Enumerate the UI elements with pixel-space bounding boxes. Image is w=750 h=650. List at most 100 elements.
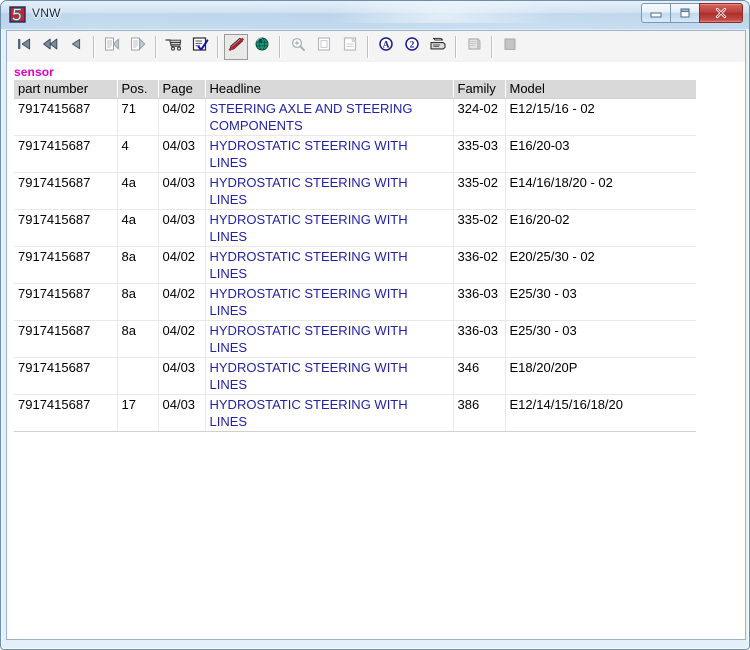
fit-width-button[interactable] (338, 34, 362, 60)
column-header-part-number[interactable]: part number (14, 80, 118, 99)
text-mode-button[interactable]: A (374, 34, 398, 60)
rewind-double-icon (41, 36, 59, 57)
column-header-model[interactable]: Model (505, 80, 696, 99)
search-results-table: part number Pos. Page Headline Family Mo… (14, 80, 696, 432)
printer-icon (428, 36, 448, 57)
headline-link[interactable]: HYDROSTATIC STEERING WITH LINES (210, 360, 408, 392)
close-icon (700, 4, 742, 22)
headline-link[interactable]: HYDROSTATIC STEERING WITH LINES (210, 397, 408, 429)
zoom-button[interactable] (286, 34, 310, 60)
table-row[interactable]: 7917415687 71 04/02 STEERING AXLE AND STEER… (14, 98, 696, 136)
maximize-button[interactable] (670, 3, 700, 23)
minimize-button[interactable] (641, 3, 671, 23)
cell-headline[interactable]: HYDROSTATIC STEERING WITH LINES (205, 283, 454, 321)
table-row[interactable]: 7917415687 4a 04/03 HYDROSTATIC STEERING WI… (14, 172, 696, 210)
table-row[interactable]: 7917415687 4 04/03 HYDROSTATIC STEERING WIT… (14, 135, 696, 173)
cell-pos: 17 (117, 394, 159, 432)
cell-page: 04/02 (158, 98, 206, 136)
cell-family: 336-03 (453, 320, 506, 358)
headline-link[interactable]: HYDROSTATIC STEERING WITH LINES (210, 249, 408, 281)
cell-family: 336-03 (453, 283, 506, 321)
cell-part-number: 7917415687 (14, 98, 118, 136)
stop-button[interactable] (498, 34, 522, 60)
page-fit-icon (315, 36, 333, 57)
cell-model: E16/20-03 (505, 135, 696, 173)
cell-headline[interactable]: HYDROSTATIC STEERING WITH LINES (205, 209, 454, 247)
headline-link[interactable]: STEERING AXLE AND STEERING COMPONENTS (210, 101, 413, 133)
circled-a-icon: A (377, 36, 395, 57)
page-forward-button[interactable] (126, 34, 150, 60)
first-record-button[interactable] (12, 34, 36, 60)
cell-headline[interactable]: HYDROSTATIC STEERING WITH LINES (205, 357, 454, 395)
application-window: VNW A 2 sensor part number Pos. Page Hea… (0, 0, 750, 650)
table-row[interactable]: 7917415687 4a 04/03 HYDROSTATIC STEERING WI… (14, 209, 696, 247)
cell-headline[interactable]: HYDROSTATIC STEERING WITH LINES (205, 172, 454, 210)
cell-part-number: 7917415687 (14, 135, 118, 173)
globe-button[interactable] (250, 34, 274, 60)
cell-model: E12/14/15/16/18/20 (505, 394, 696, 432)
maximize-icon (671, 4, 699, 22)
headline-link[interactable]: HYDROSTATIC STEERING WITH LINES (210, 175, 408, 207)
table-row[interactable]: 7917415687 8a 04/02 HYDROSTATIC STEERING WI… (14, 320, 696, 358)
notes-button[interactable] (462, 34, 486, 60)
window-title: VNW (32, 6, 61, 20)
headline-link[interactable]: HYDROSTATIC STEERING WITH LINES (210, 212, 408, 244)
cell-model: E25/30 - 03 (505, 320, 696, 358)
previous-record-button[interactable] (64, 34, 88, 60)
column-header-headline[interactable]: Headline (205, 80, 454, 99)
cell-family: 336-02 (453, 246, 506, 284)
svg-text:A: A (383, 41, 390, 51)
column-header-family[interactable]: Family (453, 80, 506, 99)
cell-family: 335-02 (453, 172, 506, 210)
cell-headline[interactable]: HYDROSTATIC STEERING WITH LINES (205, 320, 454, 358)
cell-model: E20/25/30 - 02 (505, 246, 696, 284)
fast-rewind-button[interactable] (38, 34, 62, 60)
cell-headline[interactable]: HYDROSTATIC STEERING WITH LINES (205, 246, 454, 284)
close-button[interactable] (699, 3, 743, 23)
table-row[interactable]: 7917415687 8a 04/02 HYDROSTATIC STEERING WI… (14, 246, 696, 284)
cell-family: 324-02 (453, 98, 506, 136)
cell-part-number: 7917415687 (14, 172, 118, 210)
toolbar-separator-6 (455, 35, 457, 58)
cell-page: 04/03 (158, 172, 206, 210)
column-header-page[interactable]: Page (158, 80, 206, 99)
two-page-button[interactable]: 2 (400, 34, 424, 60)
column-header-pos[interactable]: Pos. (117, 80, 159, 99)
cell-part-number: 7917415687 (14, 357, 118, 395)
print-button[interactable] (426, 34, 450, 60)
headline-link[interactable]: HYDROSTATIC STEERING WITH LINES (210, 286, 408, 318)
toolbar-separator-5 (367, 35, 369, 58)
svg-text:2: 2 (410, 41, 415, 51)
annotate-button[interactable] (224, 33, 248, 60)
table-row[interactable]: 7917415687 04/03 HYDROSTATIC STEERING WITH… (14, 357, 696, 395)
cell-part-number: 7917415687 (14, 394, 118, 432)
cell-family: 386 (453, 394, 506, 432)
fit-page-button[interactable] (312, 34, 336, 60)
toolbar-separator-2 (155, 35, 157, 58)
cell-page: 04/03 (158, 135, 206, 173)
skip-to-first-icon (15, 36, 33, 57)
order-list-button[interactable] (188, 34, 212, 60)
table-row[interactable]: 7917415687 17 04/03 HYDROSTATIC STEERING WI… (14, 394, 696, 432)
globe-icon (253, 36, 271, 57)
cell-pos: 8a (117, 283, 159, 321)
page-back-button[interactable] (100, 34, 124, 60)
cell-pos: 4a (117, 209, 159, 247)
headline-link[interactable]: HYDROSTATIC STEERING WITH LINES (210, 138, 408, 170)
document-forward-icon (129, 36, 147, 57)
cell-headline[interactable]: STEERING AXLE AND STEERING COMPONENTS (205, 98, 454, 136)
toolbar-separator-4 (279, 35, 281, 58)
headline-link[interactable]: HYDROSTATIC STEERING WITH LINES (210, 323, 408, 355)
toolbar-separator-7 (491, 35, 493, 58)
cell-headline[interactable]: HYDROSTATIC STEERING WITH LINES (205, 394, 454, 432)
cell-headline[interactable]: HYDROSTATIC STEERING WITH LINES (205, 135, 454, 173)
cell-page: 04/03 (158, 357, 206, 395)
cell-page: 04/03 (158, 394, 206, 432)
cart-button[interactable] (162, 34, 186, 60)
cell-part-number: 7917415687 (14, 209, 118, 247)
table-row[interactable]: 7917415687 8a 04/02 HYDROSTATIC STEERING WI… (14, 283, 696, 321)
title-bar[interactable]: VNW (1, 1, 749, 29)
minimize-icon (642, 4, 670, 22)
checklist-icon (191, 36, 209, 57)
shopping-cart-icon (164, 36, 184, 57)
